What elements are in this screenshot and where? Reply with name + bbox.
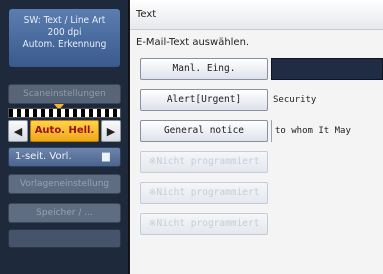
unprogrammed-slot-button: ※Nicht programmiert: [140, 213, 268, 235]
text-preset-button[interactable]: General notice: [140, 120, 268, 142]
original-sides-label: 1-seit. Vorl.: [15, 151, 72, 162]
text-preset-preview: Security: [273, 95, 317, 105]
store-file-button[interactable]: Speicher / ...: [8, 203, 121, 223]
manual-text-field[interactable]: [271, 58, 383, 80]
resolution-label: 200 dpi: [47, 27, 82, 38]
empty-slot: [8, 229, 121, 248]
density-lighter-button[interactable]: ◀: [8, 120, 28, 142]
settings-sidebar: SW: Text / Line Art 200 dpi Autom. Erken…: [0, 0, 129, 274]
scan-settings-button[interactable]: Scaneinstellungen: [8, 84, 121, 104]
instruction-text: E-Mail-Text auswählen.: [136, 37, 250, 48]
duplex-icon: ▆: [102, 151, 110, 162]
auto-density-button[interactable]: Auto. Hell.: [30, 120, 99, 142]
unprogrammed-slot-button: ※Nicht programmiert: [140, 151, 268, 173]
original-settings-button[interactable]: Vorlageneinstellung: [8, 174, 121, 194]
chevron-right-icon: ▶: [106, 124, 116, 138]
unprogrammed-slot-button: ※Nicht programmiert: [140, 182, 268, 204]
density-scale: [8, 108, 121, 118]
original-sides-button[interactable]: 1-seit. Vorl. ▆: [8, 147, 121, 167]
density-darker-button[interactable]: ▶: [101, 120, 121, 142]
scan-status-box: SW: Text / Line Art 200 dpi Autom. Erken…: [8, 8, 121, 68]
scan-mode-label: SW: Text / Line Art: [23, 15, 106, 26]
density-control: ◀ Auto. Hell. ▶: [8, 120, 121, 142]
text-preset-button[interactable]: Alert[Urgent]: [140, 89, 268, 111]
text-preset-preview: to whom It May: [271, 120, 383, 142]
email-text-panel: Text E-Mail-Text auswählen. Manl. Eing. …: [130, 0, 383, 274]
manual-entry-button[interactable]: Manl. Eing.: [140, 58, 268, 80]
panel-title: Text: [130, 0, 383, 30]
detection-label: Autom. Erkennung: [22, 39, 107, 50]
chevron-left-icon: ◀: [13, 124, 23, 138]
